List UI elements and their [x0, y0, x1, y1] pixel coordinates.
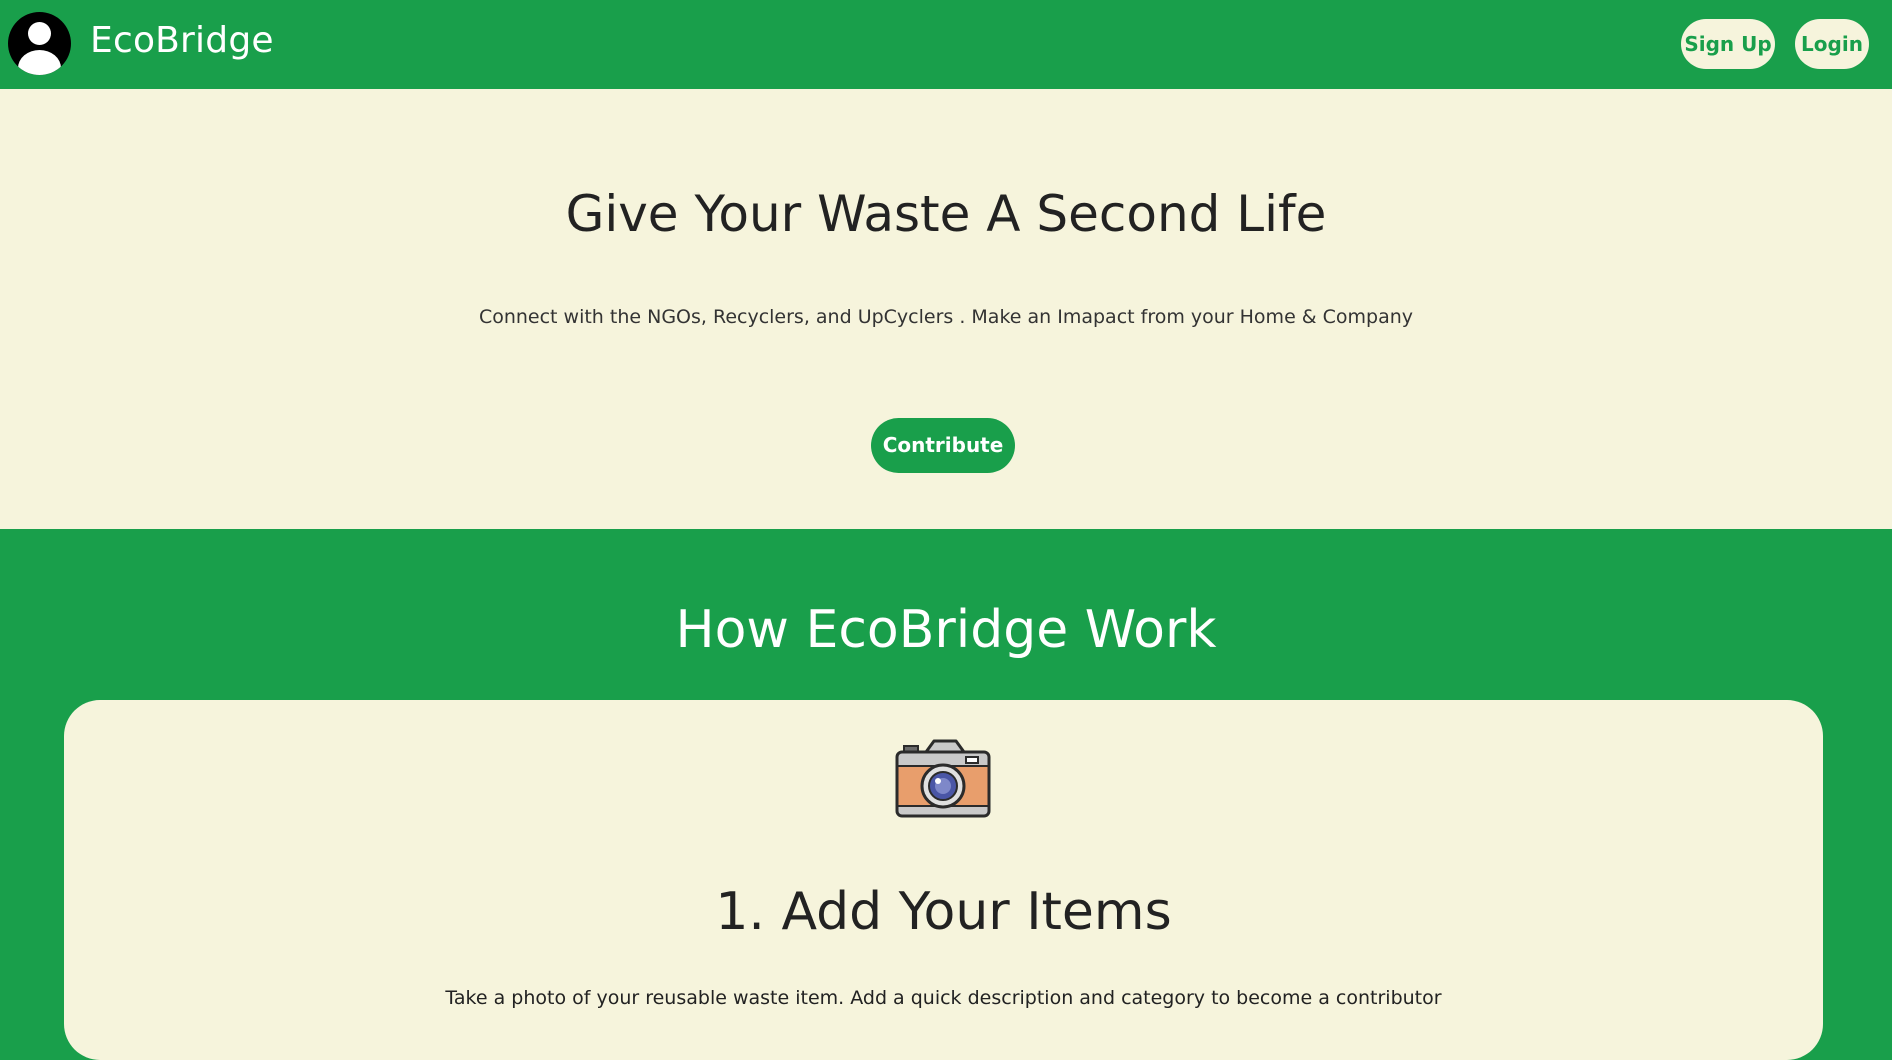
step-card: 1. Add Your Items Take a photo of your r… [64, 700, 1823, 1060]
user-avatar-icon[interactable] [8, 12, 71, 75]
login-button[interactable]: Login [1795, 19, 1869, 69]
hero-title: Give Your Waste A Second Life [565, 185, 1327, 243]
step-description: Take a photo of your reusable waste item… [445, 987, 1442, 1009]
contribute-button[interactable]: Contribute [871, 418, 1015, 473]
brand-logo[interactable]: EcoBridge [90, 18, 274, 64]
sign-up-button[interactable]: Sign Up [1681, 19, 1775, 69]
camera-icon [895, 739, 991, 818]
avatar-head [28, 22, 51, 45]
avatar-body [18, 50, 61, 75]
hero-subtitle: Connect with the NGOs, Recyclers, and Up… [478, 306, 1414, 328]
hero-section: Give Your Waste A Second Life Connect wi… [0, 89, 1892, 529]
step-title: 1. Add Your Items [715, 882, 1172, 942]
how-it-works-title: How EcoBridge Work [675, 600, 1217, 660]
navbar: EcoBridge Sign Up Login [0, 0, 1892, 89]
